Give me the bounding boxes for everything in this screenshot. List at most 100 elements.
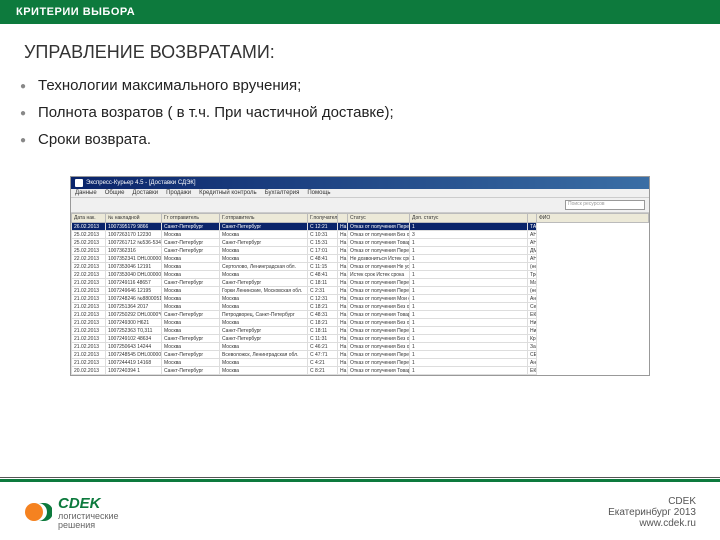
cell[interactable]: 20.02.2013 xyxy=(72,367,106,375)
cell[interactable]: На время, возврат xyxy=(338,231,348,239)
table-row[interactable]: 21.02.20131007250643 14244МоскваМоскваС … xyxy=(72,343,649,351)
cell[interactable]: Отказ от получения Не устроили сроки xyxy=(348,263,410,271)
cell[interactable]: Сертолово, Ленинградская обл. xyxy=(220,263,308,271)
cell[interactable]: 1 xyxy=(410,343,528,351)
cell[interactable]: Мария Ша xyxy=(528,279,537,287)
cell[interactable]: Санкт-Петербург xyxy=(162,311,220,319)
grid-header-row[interactable]: Дата нак.№ накладнойГг отправительГ.отпр… xyxy=(72,214,649,223)
cell[interactable]: 22.02.2013 xyxy=(72,255,106,263)
cell[interactable]: Москва xyxy=(220,255,308,263)
grid-body[interactable]: 26.02.20131007395179 9866Санкт-Петербург… xyxy=(72,223,649,375)
data-grid[interactable]: Дата нак.№ накладнойГг отправительГ.отпр… xyxy=(71,213,649,375)
cell[interactable]: Москва xyxy=(220,343,308,351)
table-row[interactable]: 20.02.20131007240394 1Санкт-ПетербургМос… xyxy=(72,367,649,375)
cell[interactable]: 26.02.2013 xyxy=(72,223,106,231)
cell[interactable]: На время, возврат xyxy=(338,239,348,247)
cell[interactable]: Отказ от получения Без объяснения xyxy=(348,343,410,351)
cell[interactable]: Кристина xyxy=(528,335,537,343)
cell[interactable]: Москва xyxy=(162,231,220,239)
cell[interactable]: 1007353040 DHL0000060 xyxy=(106,271,162,279)
cell[interactable]: 21.02.2013 xyxy=(72,327,106,335)
cell[interactable]: СЕМЕН xyxy=(528,351,537,359)
cell[interactable]: 25.02.2013 xyxy=(72,247,106,255)
table-row[interactable]: 22.02.20131007352341 DHL0000058МоскваМос… xyxy=(72,255,649,263)
table-row[interactable]: 22.02.20131007353040 DHL0000060МоскваМос… xyxy=(72,271,649,279)
cell[interactable]: Отказ от получения Мои суток xyxy=(348,295,410,303)
cell[interactable]: 1 xyxy=(410,263,528,271)
cell[interactable]: Москва xyxy=(162,319,220,327)
cell[interactable]: На время, возврат xyxy=(338,295,348,303)
cell[interactable]: 1007249102 48634 xyxy=(106,335,162,343)
table-row[interactable]: 25.02.20131007362316Санкт-ПетербургМоскв… xyxy=(72,247,649,255)
cell[interactable]: На время, возврат xyxy=(338,279,348,287)
cell[interactable]: Москва xyxy=(162,255,220,263)
table-row[interactable]: 21.02.20131007249646 12195МоскваГорки Ле… xyxy=(72,287,649,295)
cell[interactable]: 1007248246 №880005150 xyxy=(106,295,162,303)
table-row[interactable]: 21.02.20131007248246 №880005150МоскваМос… xyxy=(72,295,649,303)
cell[interactable]: 1007250643 14244 xyxy=(106,343,162,351)
menu-item[interactable]: Продажи xyxy=(166,190,191,196)
cell[interactable]: На время, возврат xyxy=(338,311,348,319)
cell[interactable]: На время, возврат xyxy=(338,367,348,375)
column-header[interactable]: Г.отправитель xyxy=(220,214,308,223)
cell[interactable]: ЕКСЕН xyxy=(528,311,537,319)
table-row[interactable]: 21.02.20131007249116 48657Санкт-Петербур… xyxy=(72,279,649,287)
cell[interactable]: Санкт-Петербург xyxy=(162,223,220,231)
cell[interactable]: Санкт-Петербург xyxy=(220,327,308,335)
cell[interactable]: 1007250292 DHL0000*094 xyxy=(106,311,162,319)
cell[interactable]: (неуказано) xyxy=(528,287,537,295)
cell[interactable]: Отказ от получения Переадресат xyxy=(348,327,410,335)
cell[interactable]: Санкт-Петербург xyxy=(162,279,220,287)
cell[interactable]: Всеволожск, Ленинградская обл. xyxy=(220,351,308,359)
cell[interactable]: 1007248545 DHL0000052 xyxy=(106,351,162,359)
cell[interactable]: Москва xyxy=(162,295,220,303)
cell[interactable]: 1 xyxy=(410,287,528,295)
cell[interactable]: АНДРЕЙ xyxy=(528,231,537,239)
table-row[interactable]: 25.02.20131007263170 12230МоскваМоскваС … xyxy=(72,231,649,239)
search-input[interactable]: Поиск ресурсов xyxy=(565,200,645,210)
cell[interactable]: 1 xyxy=(410,335,528,343)
cell[interactable]: Отказ от получения Переадресат xyxy=(348,287,410,295)
cell[interactable]: Санкт-Петербург xyxy=(162,367,220,375)
cell[interactable]: Отказ от получения Перевклад xyxy=(348,223,410,231)
cell[interactable]: На время, возврат xyxy=(338,351,348,359)
cell[interactable]: 1 xyxy=(410,367,528,375)
cell[interactable]: Москва xyxy=(220,319,308,327)
table-row[interactable]: 25.02.20131007261712 №536-534Санкт-Петер… xyxy=(72,239,649,247)
cell[interactable]: Петродворец, Санкт-Петербург xyxy=(220,311,308,319)
cell[interactable]: На время, возврат xyxy=(338,263,348,271)
table-row[interactable]: 21.02.20131007250292 DHL0000*094Санкт-Пе… xyxy=(72,311,649,319)
cell[interactable]: 1 xyxy=(410,279,528,287)
cell[interactable]: 21.02.2013 xyxy=(72,311,106,319)
cell[interactable]: 1 xyxy=(410,351,528,359)
menu-item[interactable]: Помощь xyxy=(307,190,330,196)
cell[interactable]: С 48:31 xyxy=(308,311,338,319)
cell[interactable]: Андрей Ба xyxy=(528,295,537,303)
cell[interactable]: Горки Ленинские, Московская обл. xyxy=(220,287,308,295)
cell[interactable]: 1007395179 9866 xyxy=(106,223,162,231)
cell[interactable]: С 2:31 xyxy=(308,287,338,295)
cell[interactable]: 21.02.2013 xyxy=(72,343,106,351)
cell[interactable]: Санкт-Петербург xyxy=(220,223,308,231)
menu-item[interactable]: Бухгалтерия xyxy=(265,190,300,196)
cell[interactable]: Москва xyxy=(162,271,220,279)
cell[interactable]: Москва xyxy=(220,247,308,255)
cell[interactable]: 25.02.2013 xyxy=(72,239,106,247)
cell[interactable]: 21.02.2013 xyxy=(72,295,106,303)
cell[interactable]: Москва xyxy=(162,359,220,367)
cell[interactable]: 1 xyxy=(410,239,528,247)
cell[interactable]: 1007353046 12191 xyxy=(106,263,162,271)
cell[interactable]: Отказ от получения Товар не подошел/не п… xyxy=(348,311,410,319)
cell[interactable]: 1 xyxy=(410,255,528,263)
cell[interactable]: Москва xyxy=(220,271,308,279)
cell[interactable]: На время, возврат xyxy=(338,359,348,367)
cell[interactable]: На время, возврат xyxy=(338,335,348,343)
cell[interactable]: С 18:11 xyxy=(308,279,338,287)
cell[interactable]: С 18:21 xyxy=(308,319,338,327)
cell[interactable]: Москва xyxy=(162,303,220,311)
table-row[interactable]: 21.02.20131007252363 Т0,311МоскваСанкт-П… xyxy=(72,327,649,335)
column-header[interactable]: Дата нак. xyxy=(72,214,106,223)
cell[interactable]: Санкт-Петербург xyxy=(220,279,308,287)
cell[interactable]: 1007261712 №536-534 xyxy=(106,239,162,247)
cell[interactable]: Москва xyxy=(162,287,220,295)
